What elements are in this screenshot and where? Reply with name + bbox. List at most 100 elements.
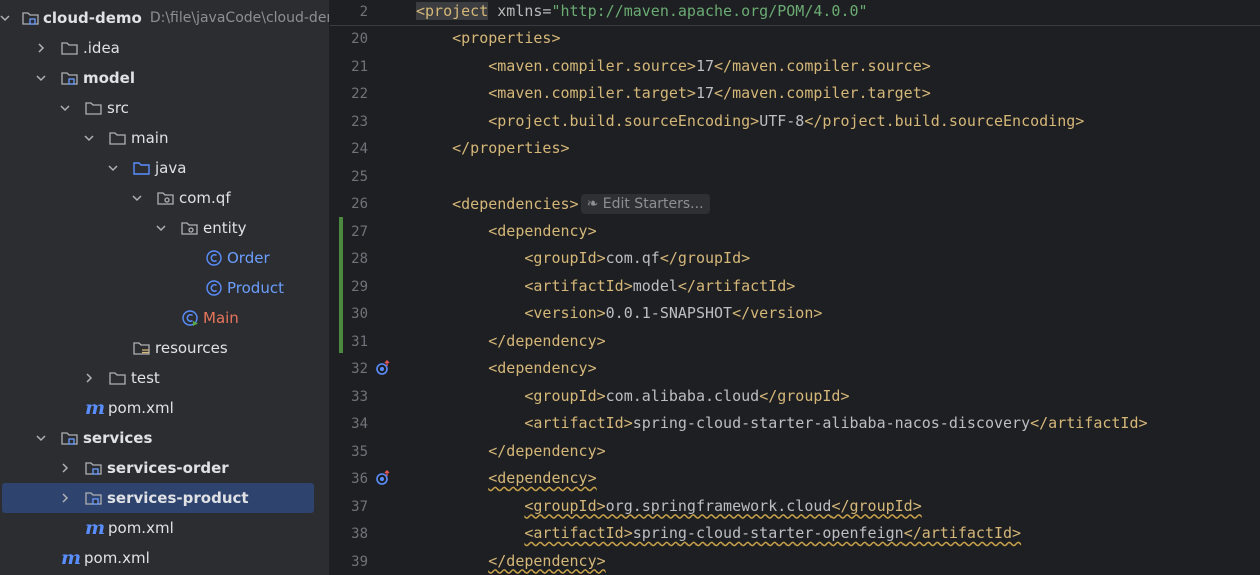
tree-item-label: Main bbox=[203, 309, 239, 327]
line-number: 2 bbox=[359, 4, 368, 20]
code-line[interactable]: <groupId>com.qf</groupId> bbox=[416, 249, 750, 267]
tree-row-selected[interactable]: services-product bbox=[2, 483, 314, 513]
line-number: 39 bbox=[351, 553, 368, 570]
implemented-gutter-icon[interactable] bbox=[375, 360, 391, 376]
tree-row[interactable]: m pom.xml bbox=[0, 393, 329, 423]
chevron-down-icon[interactable] bbox=[0, 11, 10, 25]
tree-row[interactable]: Order bbox=[0, 243, 329, 273]
code-token: <properties> bbox=[452, 29, 561, 47]
chevron-down-icon[interactable] bbox=[34, 71, 48, 85]
resources-folder-icon bbox=[132, 339, 152, 357]
code-line[interactable]: </dependency> bbox=[416, 552, 605, 570]
code-token: </properties> bbox=[452, 139, 570, 157]
code-line[interactable]: <artifactId>model</artifactId> bbox=[416, 277, 795, 295]
line-number: 35 bbox=[351, 443, 368, 460]
chevron-right-icon[interactable] bbox=[58, 461, 72, 475]
chevron-right-icon[interactable] bbox=[58, 491, 72, 505]
code-line[interactable]: </properties> bbox=[416, 139, 570, 157]
code-line[interactable]: <groupId>com.alibaba.cloud</groupId> bbox=[416, 387, 849, 405]
line-number: 20 bbox=[351, 31, 368, 47]
tree-item-label: services bbox=[83, 429, 153, 447]
code-token: </maven.compiler.target> bbox=[714, 84, 931, 102]
sticky-header-line[interactable]: 2 <project xmlns="http://maven.apache.org… bbox=[330, 0, 1260, 26]
code-line[interactable]: <artifactId>spring-cloud-starter-alibaba… bbox=[416, 414, 1147, 432]
chevron-right-icon[interactable] bbox=[34, 41, 48, 55]
tree-row[interactable]: m pom.xml bbox=[0, 543, 329, 573]
code-token: <dependency> bbox=[488, 469, 597, 487]
tree-item-label: model bbox=[83, 69, 135, 87]
tree-row[interactable]: cloud-demo D:\file\javaCode\cloud-demo bbox=[0, 3, 329, 33]
line-number: 26 bbox=[351, 196, 368, 212]
code-line[interactable]: <dependencies> ❧ Edit Starters... bbox=[416, 194, 710, 214]
code-line[interactable]: <version>0.0.1-SNAPSHOT</version> bbox=[416, 304, 822, 322]
code-token: </dependency> bbox=[488, 441, 606, 460]
tree-row[interactable]: model bbox=[0, 63, 329, 93]
code-line[interactable]: <dependency> bbox=[416, 222, 596, 240]
tree-row[interactable]: com.qf bbox=[0, 183, 329, 213]
tree-item-label: test bbox=[131, 369, 160, 387]
chevron-down-icon[interactable] bbox=[130, 191, 144, 205]
tree-row[interactable]: resources bbox=[0, 333, 329, 363]
code-line[interactable]: <artifactId>spring-cloud-starter-openfei… bbox=[416, 524, 1021, 542]
package-icon bbox=[180, 219, 200, 237]
tree-row[interactable]: entity bbox=[0, 213, 329, 243]
chevron-down-icon[interactable] bbox=[34, 431, 48, 445]
tree-row[interactable]: test bbox=[0, 363, 329, 393]
project-tree[interactable]: cloud-demo D:\file\javaCode\cloud-demo .id… bbox=[0, 0, 329, 575]
vcs-change-marker[interactable] bbox=[339, 217, 343, 353]
code-editor[interactable]: 2 <project xmlns="http://maven.apache.org… bbox=[330, 0, 1260, 575]
tree-row[interactable]: main bbox=[0, 123, 329, 153]
code-token: <artifactId> bbox=[524, 276, 633, 295]
code-token: com.qf bbox=[605, 249, 660, 267]
tree-row[interactable]: java bbox=[0, 153, 329, 183]
code-line[interactable]: <dependency> bbox=[416, 359, 596, 377]
code-line[interactable]: </dependency> bbox=[416, 332, 605, 350]
code-line[interactable]: <maven.compiler.target>17</maven.compile… bbox=[416, 84, 931, 102]
tree-row[interactable]: Main bbox=[0, 303, 329, 333]
tree-item-label: main bbox=[131, 129, 169, 147]
chevron-right-icon[interactable] bbox=[82, 371, 96, 385]
tree-row[interactable]: .idea bbox=[0, 33, 329, 63]
code-token: 17 bbox=[695, 56, 715, 75]
tree-row[interactable]: src bbox=[0, 93, 329, 123]
code-token: <dependencies> bbox=[452, 195, 579, 213]
code-line[interactable]: </dependency> bbox=[416, 441, 606, 460]
class-icon bbox=[204, 249, 224, 267]
maven-icon: m bbox=[84, 517, 106, 539]
chevron-down-icon[interactable] bbox=[154, 221, 168, 235]
class-icon bbox=[204, 279, 224, 297]
code-token: </groupId> bbox=[659, 249, 751, 267]
code-token: <artifactId> bbox=[524, 414, 633, 432]
tree-row[interactable]: Product bbox=[0, 273, 329, 303]
tree-row[interactable]: m pom.xml bbox=[0, 513, 329, 543]
implemented-gutter-icon[interactable] bbox=[375, 470, 391, 486]
line-number: 29 bbox=[351, 278, 368, 295]
tree-row[interactable]: services-order bbox=[0, 453, 329, 483]
chevron-down-icon[interactable] bbox=[106, 161, 120, 175]
line-number: 36 bbox=[351, 471, 368, 487]
tree-item-label: src bbox=[107, 99, 129, 117]
code-line[interactable]: <project.build.sourceEncoding>UTF-8</pro… bbox=[416, 112, 1084, 130]
code-line[interactable]: <properties> bbox=[416, 29, 561, 47]
main-class-icon bbox=[180, 309, 200, 327]
line-number: 38 bbox=[351, 526, 368, 542]
edit-starters-inlay[interactable]: ❧ Edit Starters... bbox=[580, 194, 710, 214]
code-token: </maven.compiler.source> bbox=[714, 56, 931, 75]
code-line[interactable]: <maven.compiler.source>17</maven.compile… bbox=[416, 57, 931, 75]
code-line[interactable]: <groupId>org.springframework.cloud</grou… bbox=[416, 497, 921, 515]
code-line[interactable]: <dependency> bbox=[416, 469, 597, 487]
chevron-down-icon[interactable] bbox=[58, 101, 72, 115]
line-number: 37 bbox=[351, 498, 368, 515]
chevron-down-icon[interactable] bbox=[82, 131, 96, 145]
module-folder-icon bbox=[60, 69, 80, 87]
tree-row[interactable]: services bbox=[0, 423, 329, 453]
